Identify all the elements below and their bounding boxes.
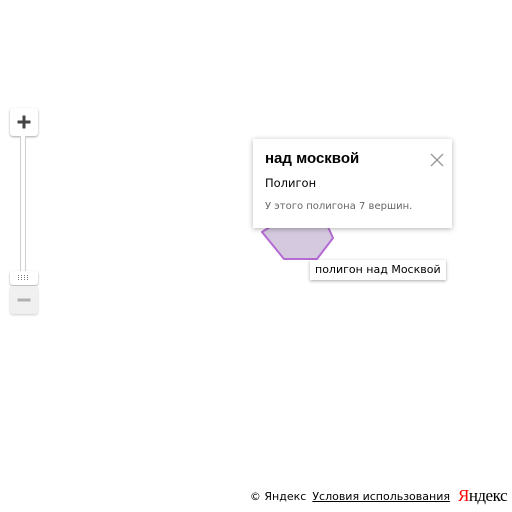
balloon-footer: У этого полигона 7 вершин. xyxy=(265,201,413,212)
polygon-layer xyxy=(261,217,334,260)
yandex-logo-first-letter: Я xyxy=(457,486,469,505)
zoom-slider-handle[interactable] xyxy=(10,271,38,285)
map-container[interactable]: над москвой Полигон У этого полигона 7 в… xyxy=(0,0,512,512)
grip-dots-icon xyxy=(18,275,28,280)
balloon-popup: над москвой Полигон У этого полигона 7 в… xyxy=(253,139,452,228)
zoom-slider-track[interactable] xyxy=(20,136,26,272)
plus-icon xyxy=(17,115,31,129)
zoom-out-button[interactable] xyxy=(10,286,38,314)
yandex-logo[interactable]: Яндекс xyxy=(457,486,508,505)
close-icon xyxy=(430,153,444,167)
copyright-text: © Яндекс xyxy=(247,490,309,504)
balloon-close-button[interactable] xyxy=(430,152,444,167)
balloon-body: Полигон xyxy=(265,176,317,190)
balloon-title: над москвой xyxy=(265,150,360,167)
minus-icon xyxy=(17,298,31,302)
terms-of-use-link[interactable]: Условия использования xyxy=(312,490,450,504)
yandex-logo-rest: ндекс xyxy=(468,486,508,505)
polygon-hint: полигон над Москвой xyxy=(310,260,446,280)
zoom-in-button[interactable] xyxy=(10,108,38,136)
copyrights-bar: © Яндекс Условия использования Яндекс xyxy=(247,486,508,505)
